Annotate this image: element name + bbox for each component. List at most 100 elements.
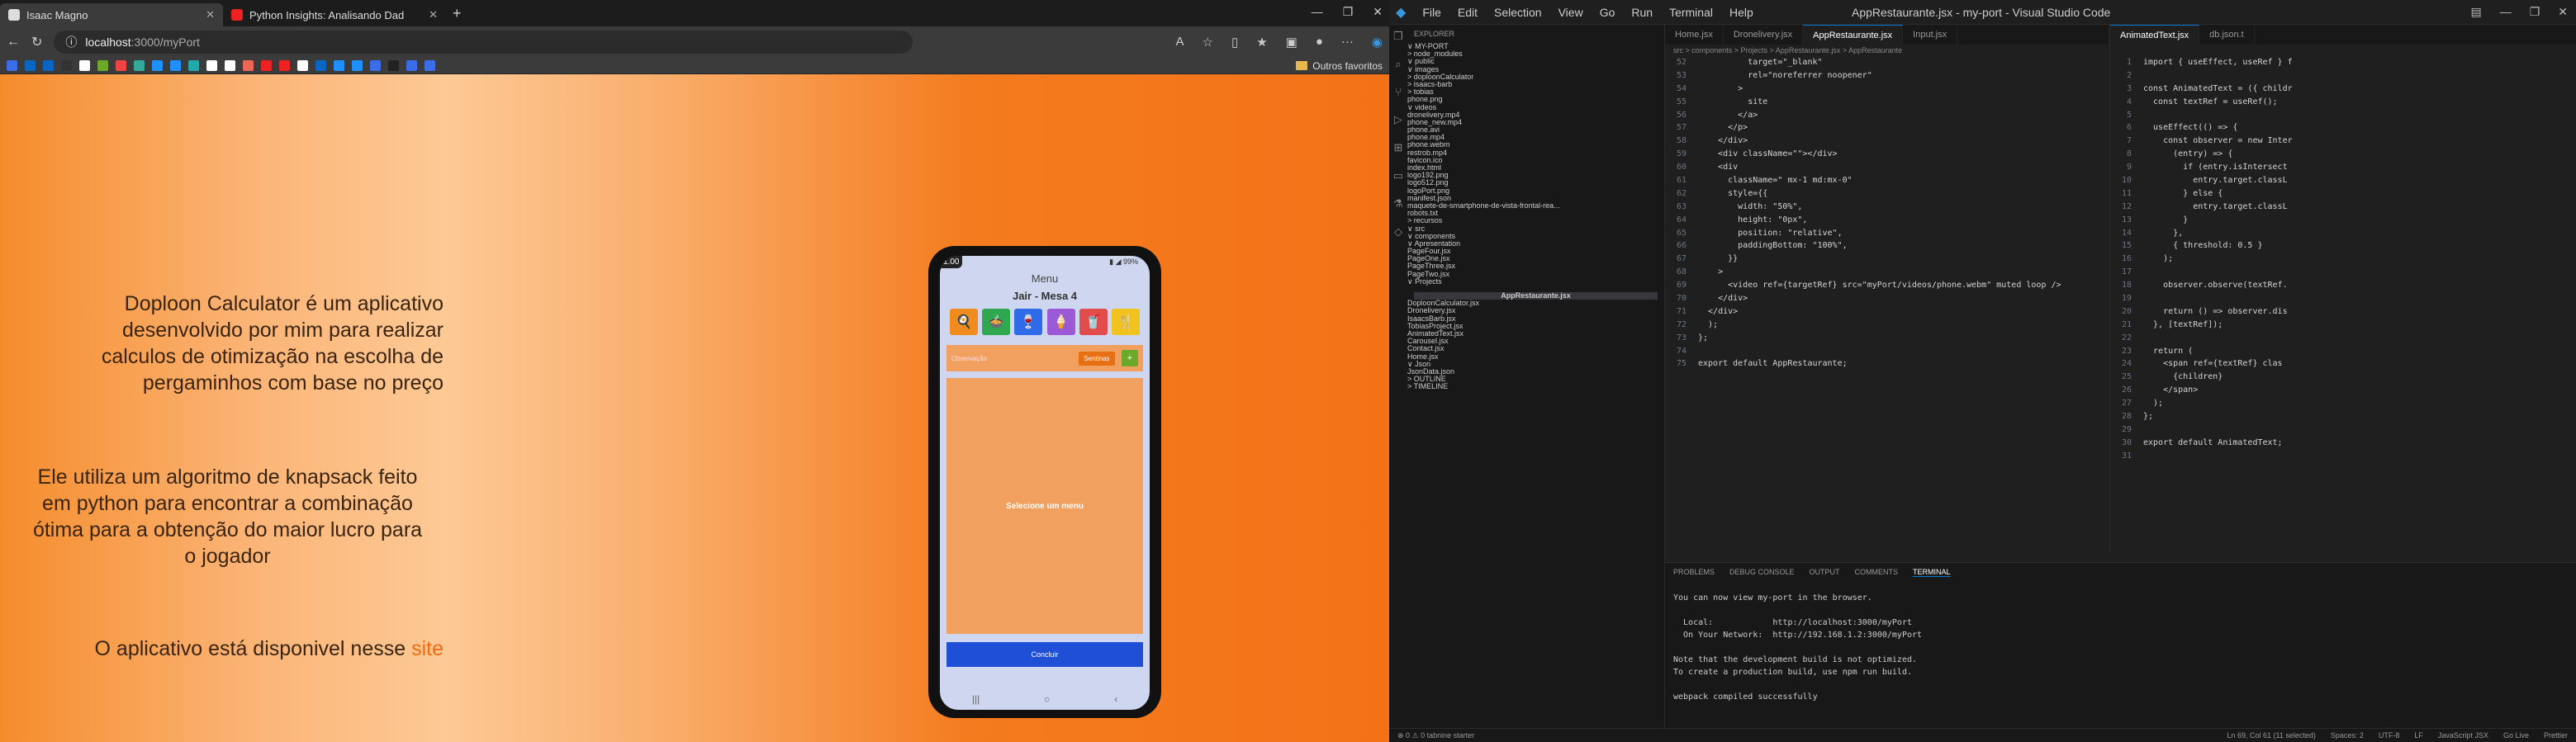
tree-item[interactable]: > TIMELINE (1407, 383, 1664, 390)
editor-tab[interactable]: AnimatedText.jsx (2110, 25, 2200, 45)
bookmark-icon[interactable] (43, 60, 54, 71)
category-button[interactable]: 🥤 (1079, 309, 1108, 335)
bookmark-icon[interactable] (188, 60, 199, 71)
bookmark-icon[interactable] (261, 60, 272, 71)
tree-item[interactable]: robots.txt (1407, 209, 1664, 217)
tree-item[interactable]: favicon.ico (1407, 156, 1664, 164)
bookmark-icon[interactable] (25, 60, 36, 71)
status-item[interactable]: Spaces: 2 (2331, 731, 2364, 740)
bookmark-icon[interactable] (97, 60, 108, 71)
minimize-icon[interactable]: — (1312, 5, 1323, 19)
status-item[interactable]: Ln 69, Col 61 (11 selected) (2227, 731, 2315, 740)
close-window-icon[interactable]: ✕ (2558, 5, 2568, 19)
layout-icon[interactable]: ▤ (2470, 5, 2481, 19)
bookmark-icon[interactable] (425, 60, 435, 71)
tree-item[interactable]: > tobias (1407, 87, 1664, 96)
close-tab-icon[interactable]: ✕ (206, 8, 215, 21)
terminal-output[interactable]: You can now view my-port in the browser.… (1665, 582, 2576, 713)
add-button[interactable]: + (1121, 350, 1138, 366)
tree-item[interactable]: Carousel.jsx (1407, 337, 1664, 345)
close-tab-icon[interactable]: ✕ (429, 8, 438, 21)
recent-apps-icon[interactable]: ||| (972, 693, 980, 705)
tree-item[interactable]: > node_modules (1407, 50, 1664, 58)
tree-item[interactable]: > isaacs-barb (1407, 80, 1664, 88)
tree-item[interactable]: ∨ Projects (1407, 277, 1664, 286)
split-screen-icon[interactable]: ▯ (1231, 35, 1238, 50)
bookmark-icon[interactable] (279, 60, 290, 71)
bookmark-icon[interactable] (134, 60, 145, 71)
code-editor[interactable]: 52 target="_blank" 53 rel="noreferrer noo… (1665, 56, 2109, 371)
extensions-icon[interactable]: ⊞ (1394, 141, 1403, 154)
tab-isaac-magno[interactable]: Isaac Magno ✕ (0, 3, 223, 26)
menu-item[interactable]: File (1422, 6, 1441, 19)
minimize-icon[interactable]: — (2500, 5, 2512, 19)
site-link[interactable]: site (411, 637, 444, 660)
explorer-icon[interactable]: ❐ (1393, 30, 1403, 43)
status-item[interactable]: UTF-8 (2379, 731, 2400, 740)
new-tab-icon[interactable]: + (453, 5, 462, 22)
editor-tab[interactable]: Input.jsx (1903, 25, 1958, 45)
obs-action-button[interactable]: Sentinas (1079, 351, 1115, 366)
status-item[interactable]: JavaScript JSX (2438, 731, 2488, 740)
maximize-icon[interactable]: ❐ (2530, 5, 2540, 19)
url-input[interactable]: ⓘ localhost:3000/myPort (54, 31, 913, 54)
bookmark-icon[interactable] (170, 60, 181, 71)
maximize-icon[interactable]: ❐ (1343, 5, 1354, 19)
panel-tab[interactable]: COMMENTS (1855, 568, 1899, 577)
refresh-icon[interactable]: ↻ (31, 34, 42, 50)
status-item[interactable]: Go Live (2503, 731, 2529, 740)
bookmark-icon[interactable] (79, 60, 90, 71)
menu-item[interactable]: Edit (1458, 6, 1478, 19)
editor-tab[interactable]: Dronelivery.jsx (1724, 25, 1804, 45)
editor-tab[interactable]: db.json.t (2199, 25, 2255, 45)
bookmark-icon[interactable] (7, 60, 17, 71)
favorite-icon[interactable]: ☆ (1202, 35, 1212, 50)
read-aloud-icon[interactable]: A (1175, 35, 1184, 50)
editor-tab[interactable]: Home.jsx (1665, 25, 1724, 45)
tree-item[interactable]: restrob.mp4 (1407, 149, 1664, 157)
code-editor[interactable]: 1 import { useEffect, useRef } f 2 3 const A… (2110, 56, 2576, 463)
panel-tab[interactable]: TERMINAL (1913, 568, 1951, 577)
bookmark-icon[interactable] (334, 60, 344, 71)
panel-tab[interactable]: DEBUG CONSOLE (1729, 568, 1795, 577)
bookmark-icon[interactable] (61, 60, 72, 71)
favorites-icon[interactable]: ★ (1256, 35, 1267, 50)
back-nav-icon[interactable]: ‹ (1114, 693, 1117, 705)
category-button[interactable]: 🍷 (1014, 309, 1043, 335)
bookmark-icon[interactable] (315, 60, 326, 71)
problems-status[interactable]: ⊗ 0 ⚠ 0 tabnine starter (1397, 731, 1474, 740)
status-item[interactable]: Prettier (2544, 731, 2568, 740)
bookmark-icon[interactable] (406, 60, 417, 71)
tab-python-insights[interactable]: Python Insights: Analisando Dad ✕ (223, 3, 446, 26)
tree-item[interactable]: Home.jsx (1407, 352, 1664, 361)
bookmark-icon[interactable] (116, 60, 126, 71)
source-control-icon[interactable]: ⑂ (1395, 86, 1402, 98)
tree-item[interactable]: ∨ public (1407, 58, 1664, 65)
bookmark-icon[interactable] (352, 60, 363, 71)
category-button[interactable]: 🍲 (982, 309, 1011, 335)
bookmark-icon[interactable] (297, 60, 308, 71)
tree-item[interactable]: maquete-de-smartphone-de-vista-frontal-r… (1407, 201, 1664, 210)
status-item[interactable]: LF (2414, 731, 2423, 740)
run-debug-icon[interactable]: ▷ (1394, 113, 1402, 126)
panel-tab[interactable]: OUTPUT (1810, 568, 1840, 577)
tree-item[interactable]: Contact.jsx (1407, 345, 1664, 352)
category-button[interactable]: 🍦 (1046, 309, 1075, 335)
back-icon[interactable]: ← (7, 35, 20, 50)
other-favorites[interactable]: Outros favoritos (1296, 60, 1383, 72)
category-button[interactable]: 🍴 (1111, 309, 1140, 335)
info-icon[interactable]: ⓘ (65, 34, 77, 50)
tree-item[interactable]: phone.png (1407, 96, 1664, 103)
testing-icon[interactable]: ⚗ (1393, 197, 1403, 210)
menu-item[interactable]: View (1558, 6, 1583, 19)
menu-item[interactable]: Go (1600, 6, 1615, 19)
panel-tab[interactable]: PROBLEMS (1673, 568, 1715, 577)
bookmark-icon[interactable] (388, 60, 399, 71)
tabnine-icon[interactable]: ◇ (1394, 225, 1402, 239)
collections-icon[interactable]: ▣ (1286, 35, 1297, 50)
home-icon[interactable]: ○ (1044, 693, 1050, 705)
bookmark-icon[interactable] (243, 60, 254, 71)
bing-icon[interactable]: ◉ (1372, 35, 1383, 50)
conclude-button[interactable]: Concluir (946, 642, 1143, 667)
tree-item[interactable]: phone_new.mp4 (1407, 118, 1664, 126)
